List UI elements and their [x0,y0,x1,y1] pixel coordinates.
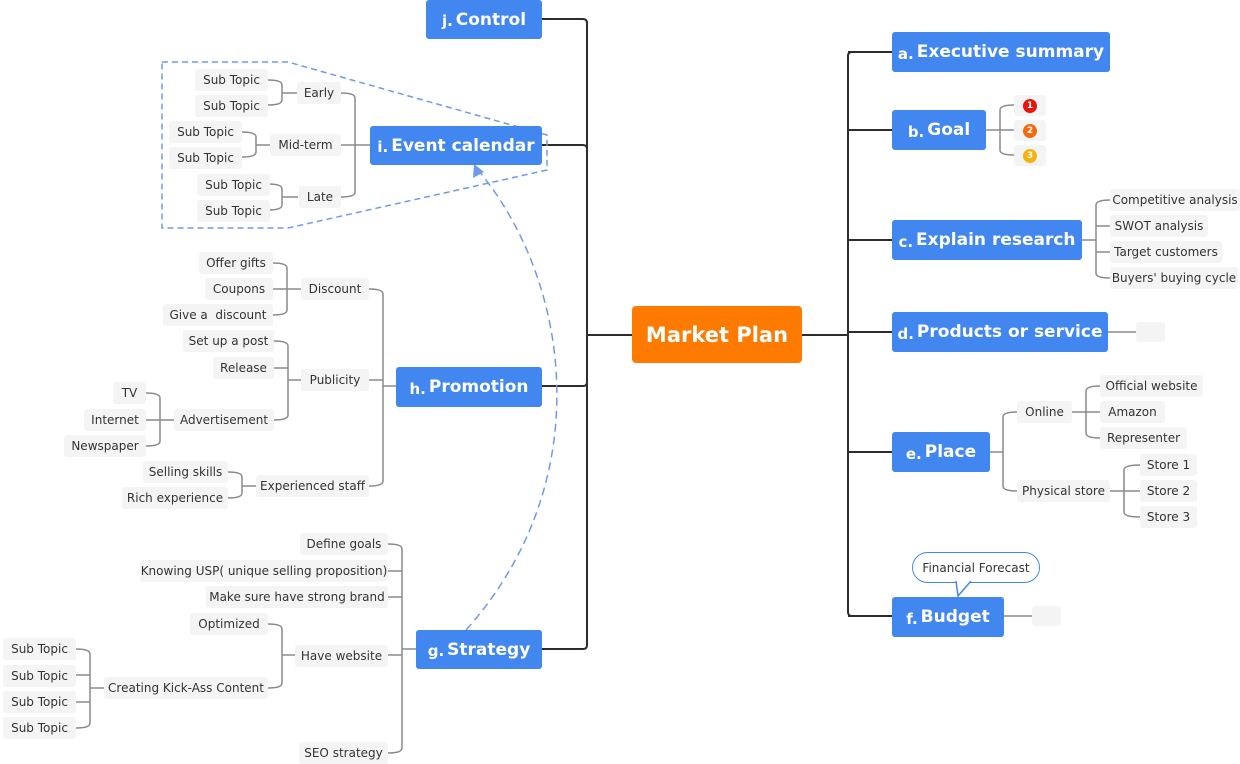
subtopic[interactable]: Offer gifts [199,252,273,274]
empty-subtopic[interactable] [1032,606,1061,626]
subtopic[interactable]: Sub Topic [195,69,268,91]
subtopic-online[interactable]: Online [1017,401,1072,423]
subtopic[interactable]: Sub Topic [3,717,76,739]
subtopic[interactable]: Knowing USP( unique selling proposition) [140,560,388,582]
subtopic[interactable]: Buyers' buying cycle [1110,267,1238,289]
subtopic[interactable]: Selling skills [143,461,228,483]
subtopic-have-website[interactable]: Have website [295,645,388,667]
branch-prefix: d. [897,324,914,343]
subtopic-experienced-staff[interactable]: Experienced staff [256,475,369,497]
subtopic[interactable]: Official website [1100,375,1203,397]
branch-label: Budget [920,607,990,627]
branch-prefix: g. [427,642,445,660]
subtopic[interactable]: Internet [84,409,146,431]
subtopic-early[interactable]: Early [297,82,341,104]
branch-prefix: a. [897,44,914,63]
subtopic[interactable]: Sub Topic [197,174,270,196]
subtopic[interactable]: Sub Topic [197,200,270,222]
branch-prefix: h. [409,379,426,398]
goal-marker-2[interactable]: 2 [1014,120,1046,141]
subtopic[interactable]: SEO strategy [299,742,388,764]
priority-1-icon: 1 [1023,98,1037,113]
callout-label: Financial Forecast [922,560,1030,575]
subtopic[interactable]: Target customers [1110,241,1222,263]
empty-subtopic[interactable] [1136,322,1165,342]
subtopic[interactable]: Sub Topic [169,147,242,169]
branch-event-calendar[interactable]: i. Event calendar [370,126,542,165]
subtopic-late[interactable]: Late [299,186,341,208]
subtopic[interactable]: TV [113,382,146,404]
branch-prefix: i. [377,138,389,156]
subtopic-creating-content[interactable]: Creating Kick-Ass Content [104,677,268,699]
trunk-right [847,51,853,617]
branch-control[interactable]: j. Control [426,0,542,39]
subtopic[interactable]: Rich experience [122,487,228,509]
subtopic-discount[interactable]: Discount [301,278,369,300]
branch-promotion[interactable]: h. Promotion [396,367,542,407]
central-topic[interactable]: Market Plan [632,306,802,363]
subtopic[interactable]: Representer [1100,427,1187,449]
subtopic[interactable]: Sub Topic [169,121,242,143]
subtopic-mid-term[interactable]: Mid-term [270,134,341,156]
central-topic-label: Market Plan [645,322,789,347]
priority-2-icon: 2 [1023,123,1037,138]
branch-budget[interactable]: f. Budget [892,597,1004,637]
branch-label: Executive summary [916,42,1105,62]
subtopic[interactable]: Sub Topic [3,638,76,660]
subtopic[interactable]: Make sure have strong brand [206,586,388,608]
branch-prefix: j. [441,12,453,30]
branch-label: Products or service [916,322,1103,342]
branch-label: Strategy [447,639,531,660]
branch-place[interactable]: e. Place [892,432,990,472]
branch-executive-summary[interactable]: a. Executive summary [892,32,1110,72]
branch-label: Event calendar [391,135,535,156]
subtopic[interactable]: Define goals [300,533,388,555]
branch-explain-research[interactable]: c. Explain research [892,220,1082,260]
subtopic[interactable]: Coupons [205,278,273,300]
branch-label: Promotion [428,377,529,397]
subtopic[interactable]: Optimized [190,613,268,635]
subtopic[interactable]: Competitive analysis [1110,189,1240,211]
subtopic[interactable]: Set up a post [183,330,274,352]
goal-marker-3[interactable]: 3 [1014,145,1046,166]
subtopic[interactable]: Sub Topic [3,665,76,687]
branch-label: Place [924,442,977,462]
callout-financial-forecast[interactable]: Financial Forecast [912,552,1040,583]
branch-prefix: e. [905,444,922,463]
branch-goal[interactable]: b. Goal [892,110,986,150]
branch-prefix: c. [898,232,914,251]
branch-strategy[interactable]: g. Strategy [416,630,542,669]
subtopic[interactable]: Store 1 [1140,454,1197,476]
subtopic[interactable]: Store 3 [1140,506,1197,528]
priority-3-icon: 3 [1023,148,1037,163]
branch-prefix: b. [907,122,925,141]
subtopic[interactable]: SWOT analysis [1110,215,1208,237]
subtopic[interactable]: Sub Topic [3,691,76,713]
subtopic[interactable]: Store 2 [1140,480,1197,502]
subtopic-publicity[interactable]: Publicity [301,369,369,391]
subtopic[interactable]: Give a discount [163,304,273,326]
subtopic-advertisement[interactable]: Advertisement [174,409,274,431]
branch-products-or-service[interactable]: d. Products or service [892,312,1108,352]
subtopic[interactable]: Sub Topic [195,95,268,117]
connector-lines [75,18,1141,754]
subtopic[interactable]: Release [213,357,274,379]
branch-label: Control [455,9,527,30]
trunk-left [542,18,588,650]
subtopic[interactable]: Amazon [1100,401,1165,423]
subtopic-physical-store[interactable]: Physical store [1017,480,1110,502]
branch-prefix: f. [906,609,918,628]
arrowhead-icon [473,164,484,178]
branch-label: Explain research [916,230,1076,250]
goal-marker-1[interactable]: 1 [1014,95,1046,116]
subtopic[interactable]: Newspaper [64,435,146,457]
branch-label: Goal [927,120,971,140]
